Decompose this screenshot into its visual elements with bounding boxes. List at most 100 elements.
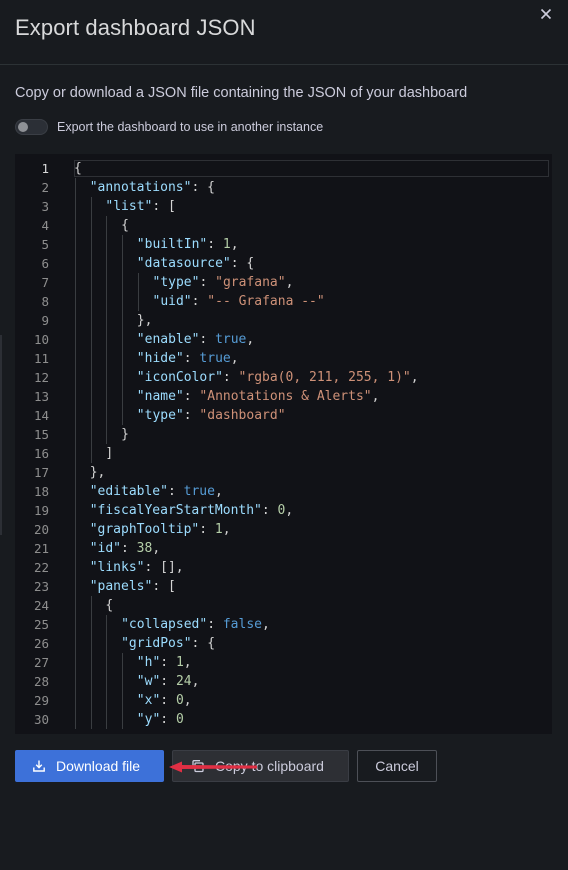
line-number: 10 bbox=[33, 332, 49, 347]
code-line: "enable": true, bbox=[137, 330, 254, 349]
line-number: 14 bbox=[33, 408, 49, 423]
code-line: "collapsed": false, bbox=[121, 615, 270, 634]
code-token: : [ bbox=[152, 579, 176, 594]
code-token: : bbox=[160, 655, 176, 670]
export-externally-switch[interactable] bbox=[15, 119, 48, 135]
code-line: "type": "dashboard" bbox=[137, 406, 286, 425]
drawer-edge bbox=[0, 335, 2, 535]
copy-to-clipboard-button[interactable]: Copy to clipboard bbox=[172, 750, 349, 782]
code-token: "id" bbox=[89, 541, 121, 556]
code-token: "collapsed" bbox=[121, 617, 208, 632]
code-line: "name": "Annotations & Alerts", bbox=[137, 387, 380, 406]
code-token: , bbox=[261, 617, 270, 632]
code-line: "iconColor": "rgba(0, 211, 255, 1)", bbox=[137, 368, 419, 387]
indent-guide bbox=[122, 235, 124, 425]
modal-header: Export dashboard JSON bbox=[0, 0, 568, 65]
line-number: 11 bbox=[33, 351, 49, 366]
close-icon[interactable] bbox=[538, 8, 554, 24]
code-token: "graphTooltip" bbox=[89, 522, 200, 537]
code-token: , bbox=[183, 655, 192, 670]
line-number-gutter: 1 2 3 4 5 6 7 8 9 10 11 12 13 14 15 16 17 18 19 20 21 22 23 24 2… bbox=[15, 154, 67, 734]
code-token: , bbox=[230, 237, 239, 252]
code-line: "id": 38, bbox=[90, 539, 160, 558]
indent-guide bbox=[90, 596, 92, 729]
code-token: : { bbox=[230, 256, 255, 271]
code-line: "gridPos": { bbox=[121, 634, 215, 653]
code-token: "name" bbox=[136, 389, 184, 404]
switch-knob bbox=[18, 122, 28, 132]
code-token: "enable" bbox=[136, 332, 200, 347]
code-token: : bbox=[121, 541, 137, 556]
code-token: "dashboard" bbox=[199, 408, 286, 423]
code-token: 0 bbox=[175, 712, 184, 727]
code-token: : bbox=[160, 693, 176, 708]
code-line: "y": 0 bbox=[137, 710, 184, 729]
code-token: : bbox=[199, 522, 215, 537]
code-line: "h": 1, bbox=[137, 653, 192, 672]
line-number: 12 bbox=[33, 370, 49, 385]
indent-guide bbox=[106, 216, 108, 444]
code-line: "w": 24, bbox=[137, 672, 200, 691]
code-token: false bbox=[222, 617, 262, 632]
code-token: "-- Grafana --" bbox=[207, 294, 325, 309]
download-file-button[interactable]: Download file bbox=[15, 750, 164, 782]
code-token: : [], bbox=[144, 560, 184, 575]
indent-guide bbox=[137, 273, 139, 311]
code-token: "links" bbox=[89, 560, 145, 575]
json-code-editor[interactable]: 1 2 3 4 5 6 7 8 9 10 11 12 13 14 15 16 17 18 19 20 21 22 23 24 2… bbox=[15, 154, 552, 734]
code-token: 1 bbox=[214, 522, 223, 537]
code-line: "x": 0, bbox=[137, 691, 192, 710]
line-number: 27 bbox=[33, 655, 49, 670]
indent-guide bbox=[106, 615, 108, 729]
indent-guide bbox=[122, 653, 124, 729]
line-number: 3 bbox=[41, 199, 49, 214]
code-line: "uid": "-- Grafana --" bbox=[153, 292, 325, 311]
code-token: } bbox=[121, 427, 129, 442]
download-icon bbox=[32, 759, 46, 773]
code-token: : bbox=[183, 351, 200, 366]
code-token: : bbox=[207, 237, 223, 252]
line-number: 25 bbox=[33, 617, 49, 632]
line-number: 9 bbox=[41, 313, 49, 328]
modal-description: Copy or download a JSON file containing … bbox=[15, 85, 468, 101]
line-number: 6 bbox=[41, 256, 49, 271]
cancel-label: Cancel bbox=[375, 758, 419, 774]
code-token: , bbox=[222, 522, 231, 537]
line-number: 30 bbox=[33, 712, 49, 727]
code-token: : bbox=[199, 275, 216, 290]
code-token: : bbox=[222, 370, 239, 385]
code-token: true bbox=[183, 484, 215, 499]
export-toggle-row: Export the dashboard to use in another i… bbox=[15, 119, 323, 135]
code-token: "iconColor" bbox=[136, 370, 223, 385]
code-token: : [ bbox=[152, 199, 176, 214]
code-token: "fiscalYearStartMonth" bbox=[89, 503, 262, 518]
code-token: "list" bbox=[105, 199, 153, 214]
code-token: "annotations" bbox=[89, 180, 192, 195]
cancel-button[interactable]: Cancel bbox=[357, 750, 437, 782]
code-line: ] bbox=[105, 444, 113, 463]
code-token: "gridPos" bbox=[121, 636, 192, 651]
code-token: true bbox=[199, 351, 231, 366]
code-area[interactable]: {"annotations": {"list": [{"builtIn": 1,… bbox=[74, 154, 552, 734]
line-number: 4 bbox=[41, 218, 49, 233]
code-token: : bbox=[199, 332, 216, 347]
code-token: "editable" bbox=[89, 484, 168, 499]
code-token: true bbox=[215, 332, 247, 347]
code-token: : { bbox=[191, 180, 215, 195]
code-line: "type": "grafana", bbox=[153, 273, 294, 292]
modal-footer: Download file Copy to clipboard Cancel bbox=[15, 750, 437, 782]
download-file-label: Download file bbox=[56, 758, 141, 774]
code-token: : bbox=[183, 389, 200, 404]
code-token: "x" bbox=[136, 693, 161, 708]
code-token: , bbox=[214, 484, 223, 499]
line-number: 18 bbox=[33, 484, 49, 499]
code-token: , bbox=[246, 332, 255, 347]
line-number: 16 bbox=[33, 446, 49, 461]
code-token: , bbox=[230, 351, 239, 366]
line-number: 8 bbox=[41, 294, 49, 309]
line-number: 1 bbox=[41, 161, 49, 176]
code-token: 1 bbox=[222, 237, 231, 252]
code-token: "w" bbox=[136, 674, 161, 689]
code-token: { bbox=[121, 218, 129, 233]
code-token: , bbox=[152, 541, 161, 556]
